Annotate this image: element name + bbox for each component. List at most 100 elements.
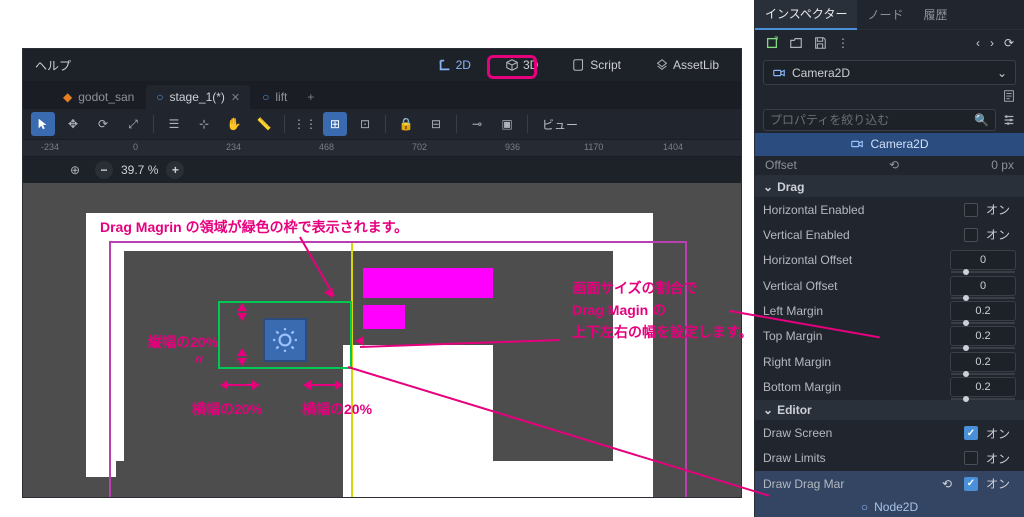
checkbox-draw-limits[interactable] [964, 451, 978, 465]
section-editor[interactable]: ⌄ Editor [755, 400, 1024, 421]
rotate-tool[interactable]: ⟳ [91, 112, 115, 136]
canvas-toolbar: ✥ ⟳ ⤢ ☰ ⊹ ✋ 📏 ⋮⋮ ⊞ ⊡ 🔒 ⊟ ⊸ ▣ ビュー [23, 109, 741, 139]
scale-tool[interactable]: ⤢ [121, 112, 145, 136]
zoom-out-button[interactable]: − [95, 161, 113, 179]
scene-tab-lift[interactable]: ○ lift [252, 85, 297, 109]
tab-node[interactable]: ノード [857, 0, 913, 29]
anno-vert-20-ditto: 〃 [192, 350, 206, 370]
zoom-in-button[interactable]: + [166, 161, 184, 179]
scene-tab-label: stage_1(*) [170, 90, 225, 104]
mode-3d-tab[interactable]: 3D [495, 55, 548, 75]
prop-horizontal-offset: Horizontal Offset 0 [755, 248, 1024, 273]
num-bottom-margin[interactable]: 0.2 [950, 377, 1016, 397]
chevron-down-icon: ⌄ [763, 403, 773, 417]
smart-snap-toggle[interactable]: ⊡ [353, 112, 377, 136]
num-top-margin[interactable]: 0.2 [950, 326, 1016, 346]
add-scene-button[interactable]: + [299, 85, 322, 109]
mode-script-label: Script [590, 58, 621, 72]
chevron-down-icon: ⌄ [997, 66, 1007, 80]
snap-options[interactable]: ⋮⋮ [293, 112, 317, 136]
checkbox-draw-screen[interactable] [964, 426, 978, 440]
load-resource-icon[interactable] [789, 36, 803, 50]
prop-top-margin: Top Margin 0.2 [755, 324, 1024, 349]
filter-placeholder: プロパティを絞り込む [770, 111, 889, 128]
skeleton-tool[interactable]: ⊸ [465, 112, 489, 136]
num-vertical-offset[interactable]: 0 [950, 276, 1016, 296]
prop-bottom-margin: Bottom Margin 0.2 [755, 374, 1024, 399]
num-horizontal-offset[interactable]: 0 [950, 250, 1016, 270]
close-icon[interactable]: ✕ [231, 91, 240, 104]
3d-icon [505, 58, 519, 72]
ruler-tool[interactable]: 📏 [252, 112, 276, 136]
checkbox-draw-drag-margin[interactable] [964, 477, 978, 491]
prop-right-margin: Right Margin 0.2 [755, 349, 1024, 374]
list-tool[interactable]: ☰ [162, 112, 186, 136]
mode-script-tab[interactable]: Script [562, 55, 631, 75]
anno-vert-20: 縦幅の20% [148, 332, 218, 352]
camera2d-icon [850, 137, 864, 151]
move-tool[interactable]: ✥ [61, 112, 85, 136]
property-filter-input[interactable]: プロパティを絞り込む 🔍 [763, 109, 996, 131]
prop-vertical-offset: Vertical Offset 0 [755, 273, 1024, 298]
sprite-icon: ◆ [63, 90, 72, 104]
scene-tab-stage-1[interactable]: ○ stage_1(*) ✕ [146, 85, 250, 109]
node-select-dropdown[interactable]: Camera2D ⌄ [763, 60, 1016, 85]
zoom-center[interactable]: ⊕ [63, 158, 87, 182]
prop-draw-drag-margin: Draw Drag Mar ⟲ オン [755, 471, 1024, 496]
new-resource-icon[interactable] [765, 36, 779, 50]
offset-value[interactable]: 0 px [991, 158, 1014, 172]
anno-ratio-2: Drag Magin の [572, 300, 666, 320]
group-tool[interactable]: ⊟ [424, 112, 448, 136]
scene-tab-label: godot_san [78, 90, 134, 104]
mode-2d-label: 2D [456, 58, 471, 72]
section-drag[interactable]: ⌄ Drag [755, 176, 1024, 197]
chevron-down-icon: ⌄ [763, 180, 773, 194]
docs-icon[interactable] [1002, 89, 1016, 103]
checkbox-vertical-enabled[interactable] [964, 228, 978, 242]
mode-assetlib-label: AssetLib [673, 58, 719, 72]
class-header-node2d[interactable]: ○ Node2D [755, 496, 1024, 517]
num-left-margin[interactable]: 0.2 [950, 301, 1016, 321]
class-header-label: Camera2D [870, 137, 928, 151]
extra-menu-icon[interactable]: ⋮ [837, 36, 849, 50]
tab-history[interactable]: 履歴 [913, 0, 957, 29]
prop-vertical-enabled: Vertical Enabled オン [755, 222, 1024, 247]
save-icon[interactable] [813, 36, 827, 50]
class-header-label: Node2D [874, 500, 918, 514]
search-icon: 🔍 [974, 113, 989, 127]
camera2d-icon [772, 66, 786, 80]
anno-horiz-20-right: 横幅の20% [302, 399, 372, 419]
node-select-label: Camera2D [792, 66, 850, 80]
assetlib-icon [655, 58, 669, 72]
filter-options-icon[interactable] [1002, 113, 1016, 127]
revert-icon[interactable]: ⟲ [889, 158, 899, 172]
select-tool[interactable] [31, 112, 55, 136]
override-camera[interactable]: ▣ [495, 112, 519, 136]
checkbox-horizontal-enabled[interactable] [964, 203, 978, 217]
prop-left-margin: Left Margin 0.2 [755, 298, 1024, 323]
help-menu[interactable]: ヘルプ [35, 57, 71, 74]
node2d-icon: ○ [861, 500, 868, 514]
scene-tab-godot-san[interactable]: ◆ godot_san [53, 85, 144, 109]
prop-horizontal-enabled: Horizontal Enabled オン [755, 197, 1024, 222]
pivot-tool[interactable]: ⊹ [192, 112, 216, 136]
history-refresh-icon[interactable]: ⟳ [1004, 36, 1014, 50]
pan-tool[interactable]: ✋ [222, 112, 246, 136]
num-right-margin[interactable]: 0.2 [950, 352, 1016, 372]
anno-drag-margin-area: Drag Magrin の領域が緑色の枠で表示されます。 [100, 217, 408, 237]
tab-inspector[interactable]: インスペクター [755, 0, 857, 30]
grid-snap-toggle[interactable]: ⊞ [323, 112, 347, 136]
ruler-horizontal: -234 0 234 468 702 936 1170 1404 [23, 139, 741, 157]
mode-2d-tab[interactable]: 2D [428, 55, 481, 75]
view-menu[interactable]: ビュー [542, 116, 578, 133]
revert-icon[interactable]: ⟲ [942, 477, 956, 491]
lock-tool[interactable]: 🔒 [394, 112, 418, 136]
node2d-icon: ○ [262, 90, 269, 104]
history-forward-icon[interactable]: › [990, 36, 994, 50]
history-back-icon[interactable]: ‹ [976, 36, 980, 50]
node2d-icon: ○ [156, 90, 163, 104]
zoom-percent[interactable]: 39.7 % [121, 163, 158, 177]
camera2d-node-icon[interactable] [263, 318, 307, 362]
mode-assetlib-tab[interactable]: AssetLib [645, 55, 729, 75]
class-header-camera2d[interactable]: Camera2D [755, 133, 1024, 156]
